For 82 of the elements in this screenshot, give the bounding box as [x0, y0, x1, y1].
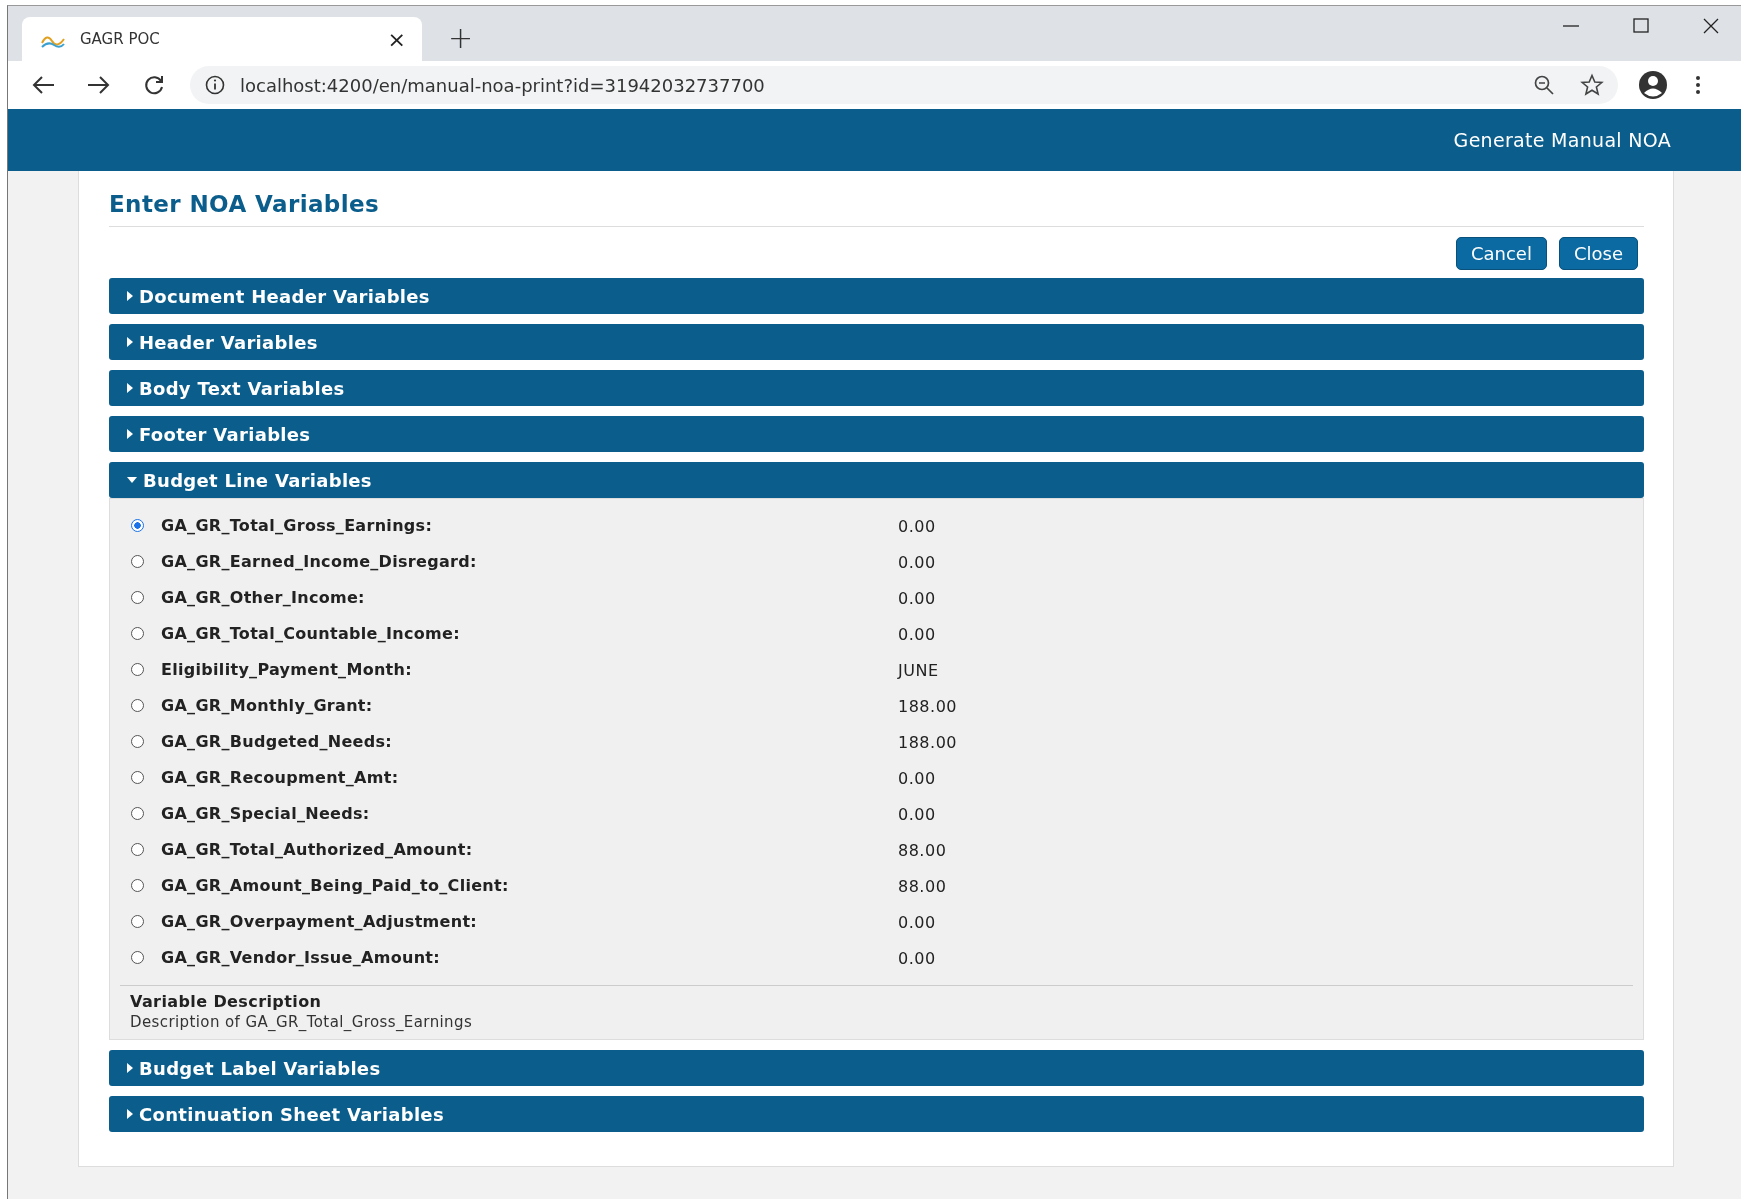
variable-label: GA_GR_Overpayment_Adjustment:	[161, 911, 479, 931]
tab-title: GAGR POC	[80, 30, 161, 48]
star-icon[interactable]	[1580, 73, 1604, 97]
radio-button[interactable]	[131, 734, 144, 748]
variable-label: GA_GR_Total_Countable_Income:	[161, 623, 461, 643]
new-tab-button[interactable]: +	[448, 20, 474, 55]
variable-value: 0.00	[898, 624, 936, 644]
close-tab-button[interactable]: ×	[387, 26, 406, 52]
caret-icon	[127, 291, 133, 301]
section-header[interactable]: Footer Variables	[109, 416, 1644, 452]
radio-button[interactable]	[131, 950, 144, 964]
variable-value: 0.00	[898, 516, 936, 536]
radio-button[interactable]	[131, 806, 144, 820]
variable-value: 188.00	[898, 732, 957, 752]
variable-value: JUNE	[898, 660, 939, 680]
variable-label: GA_GR_Monthly_Grant:	[161, 695, 374, 715]
variable-label: GA_GR_Total_Authorized_Amount:	[161, 839, 474, 859]
radio-button[interactable]	[131, 518, 144, 532]
description-heading: Variable Description	[130, 992, 323, 1011]
radio-button[interactable]	[131, 662, 144, 676]
section-title: Body Text Variables	[139, 377, 345, 399]
section-header[interactable]: Continuation Sheet Variables	[109, 1096, 1644, 1132]
radio-button[interactable]	[131, 698, 144, 712]
radio-button[interactable]	[131, 626, 144, 640]
maximize-icon[interactable]	[1631, 16, 1651, 36]
radio-button[interactable]	[131, 590, 144, 604]
reload-icon[interactable]	[142, 73, 166, 97]
caret-icon	[127, 429, 133, 439]
address-bar[interactable]: localhost:4200/en/manual-noa-print?id=31942032737700	[190, 66, 1618, 104]
forward-arrow-icon[interactable]	[86, 74, 112, 96]
variable-label: GA_GR_Earned_Income_Disregard:	[161, 551, 478, 571]
variable-value: 88.00	[898, 876, 947, 896]
variable-label: GA_GR_Other_Income:	[161, 587, 366, 607]
section-header[interactable]: Body Text Variables	[109, 370, 1644, 406]
variable-value: 188.00	[898, 696, 957, 716]
radio-button[interactable]	[131, 878, 144, 892]
menu-icon[interactable]	[1694, 74, 1702, 96]
app-title: Generate Manual NOA	[1453, 129, 1671, 151]
caret-icon	[127, 1109, 133, 1119]
close-icon[interactable]	[1701, 16, 1721, 36]
caret-icon	[127, 477, 137, 483]
radio-button[interactable]	[131, 914, 144, 928]
variable-label: GA_GR_Vendor_Issue_Amount:	[161, 947, 441, 967]
variable-label: Eligibility_Payment_Month:	[161, 659, 413, 679]
variable-value: 0.00	[898, 552, 936, 572]
variable-label: GA_GR_Recoupment_Amt:	[161, 767, 400, 787]
section-title: Footer Variables	[139, 423, 311, 445]
variable-value: 0.00	[898, 948, 936, 968]
variable-value: 0.00	[898, 768, 936, 788]
variable-value: 0.00	[898, 588, 936, 608]
action-button[interactable]: Close	[1558, 237, 1638, 270]
caret-icon	[127, 383, 133, 393]
radio-button[interactable]	[131, 842, 144, 856]
back-arrow-icon[interactable]	[30, 74, 56, 96]
radio-button[interactable]	[131, 770, 144, 784]
caret-icon	[127, 337, 133, 347]
section-header[interactable]: Budget Line Variables	[109, 462, 1644, 498]
zoom-out-icon[interactable]	[1532, 73, 1556, 97]
caret-icon	[127, 1063, 133, 1073]
section-title: Budget Line Variables	[143, 469, 372, 491]
section-header[interactable]: Budget Label Variables	[109, 1050, 1644, 1086]
variable-label: GA_GR_Total_Gross_Earnings:	[161, 515, 434, 535]
info-icon	[204, 74, 226, 96]
browser-tab[interactable]: GAGR POC ×	[22, 17, 422, 61]
variable-label: GA_GR_Special_Needs:	[161, 803, 371, 823]
variable-label: GA_GR_Budgeted_Needs:	[161, 731, 394, 751]
action-button[interactable]: Cancel	[1455, 237, 1547, 270]
section-header[interactable]: Document Header Variables	[109, 278, 1644, 314]
radio-button[interactable]	[131, 554, 144, 568]
description-text: Description of GA_GR_Total_Gross_Earnings	[130, 1013, 474, 1031]
section-title: Document Header Variables	[139, 285, 430, 307]
section-title: Budget Label Variables	[139, 1057, 381, 1079]
variable-value: 0.00	[898, 804, 936, 824]
section-header[interactable]: Header Variables	[109, 324, 1644, 360]
section-title: Header Variables	[139, 331, 318, 353]
url-text: localhost:4200/en/manual-noa-print?id=31942032737700	[240, 74, 765, 96]
variable-label: GA_GR_Amount_Being_Paid_to_Client:	[161, 875, 510, 895]
section-title: Continuation Sheet Variables	[139, 1103, 444, 1125]
variable-value: 88.00	[898, 840, 947, 860]
account-icon[interactable]	[1638, 70, 1668, 100]
variable-value: 0.00	[898, 912, 936, 932]
page-heading: Enter NOA Variables	[109, 185, 1644, 227]
